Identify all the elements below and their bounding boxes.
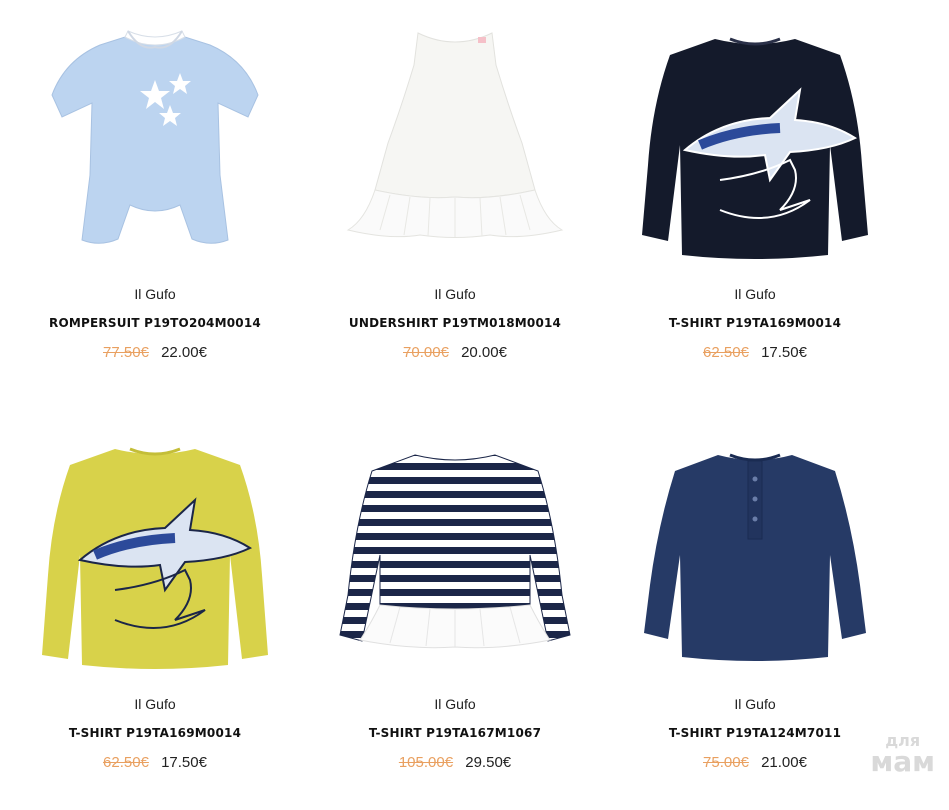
sale-price: 17.50€ — [761, 344, 807, 361]
shark-shirt-icon — [642, 37, 868, 259]
product-brand[interactable]: Il Gufo — [605, 696, 905, 712]
product-prices: 70.00€ 20.00€ — [305, 344, 605, 361]
product-card[interactable]: Il Gufo T-SHIRT P19TA169M0014 62.50€ 17.… — [5, 420, 305, 810]
product-name[interactable]: T-SHIRT P19TA169M0014 — [605, 316, 905, 330]
product-grid: Il Gufo ROMPERSUIT P19TO204M0014 77.50€ … — [0, 0, 949, 784]
sale-price: 22.00€ — [161, 344, 207, 361]
sale-price: 20.00€ — [461, 344, 507, 361]
henley-shirt-icon — [644, 453, 866, 661]
shark-shirt-icon — [42, 447, 268, 669]
product-brand[interactable]: Il Gufo — [305, 696, 605, 712]
product-card[interactable]: Il Gufo T-SHIRT P19TA167M1067 105.00€ 29… — [305, 420, 605, 810]
sale-price: 17.50€ — [161, 754, 207, 771]
product-prices: 62.50€ 17.50€ — [5, 754, 305, 771]
site-watermark: для мам — [870, 731, 935, 778]
striped-shirt-icon — [339, 454, 571, 649]
product-brand[interactable]: Il Gufo — [5, 696, 305, 712]
old-price: 75.00€ — [703, 754, 749, 771]
product-card[interactable]: Il Gufo T-SHIRT P19TA169M0014 62.50€ 17.… — [605, 10, 905, 400]
product-card[interactable]: Il Gufo UNDERSHIRT P19TM018M0014 70.00€ … — [305, 10, 605, 400]
product-name[interactable]: ROMPERSUIT P19TO204M0014 — [5, 316, 305, 330]
product-image[interactable] — [330, 25, 580, 275]
old-price: 62.50€ — [703, 344, 749, 361]
romper-icon — [51, 30, 259, 244]
tank-dress-icon — [346, 32, 564, 238]
product-brand[interactable]: Il Gufo — [5, 286, 305, 302]
sale-price: 29.50€ — [465, 754, 512, 771]
product-prices: 77.50€ 22.00€ — [5, 344, 305, 361]
product-prices: 75.00€ 21.00€ — [605, 754, 905, 771]
product-name[interactable]: UNDERSHIRT P19TM018M0014 — [305, 316, 605, 330]
old-price: 62.50€ — [103, 754, 149, 771]
product-image[interactable] — [630, 25, 880, 275]
old-price: 77.50€ — [103, 344, 149, 361]
product-name[interactable]: T-SHIRT P19TA169M0014 — [5, 726, 305, 740]
product-image[interactable] — [30, 435, 280, 685]
product-brand[interactable]: Il Gufo — [605, 286, 905, 302]
sale-price: 21.00€ — [761, 754, 807, 771]
product-card[interactable]: Il Gufo ROMPERSUIT P19TO204M0014 77.50€ … — [5, 10, 305, 400]
product-prices: 105.00€ 29.50€ — [305, 754, 605, 771]
product-prices: 62.50€ 17.50€ — [605, 344, 905, 361]
product-image[interactable] — [330, 435, 580, 685]
product-brand[interactable]: Il Gufo — [305, 286, 605, 302]
product-card[interactable]: Il Gufo T-SHIRT P19TA124M7011 75.00€ 21.… — [605, 420, 905, 810]
product-name[interactable]: T-SHIRT P19TA124M7011 — [605, 726, 905, 740]
old-price: 105.00€ — [398, 754, 454, 771]
old-price: 70.00€ — [403, 344, 449, 361]
product-image[interactable] — [630, 435, 880, 685]
product-name[interactable]: T-SHIRT P19TA167M1067 — [305, 726, 605, 740]
product-image[interactable] — [30, 25, 280, 275]
